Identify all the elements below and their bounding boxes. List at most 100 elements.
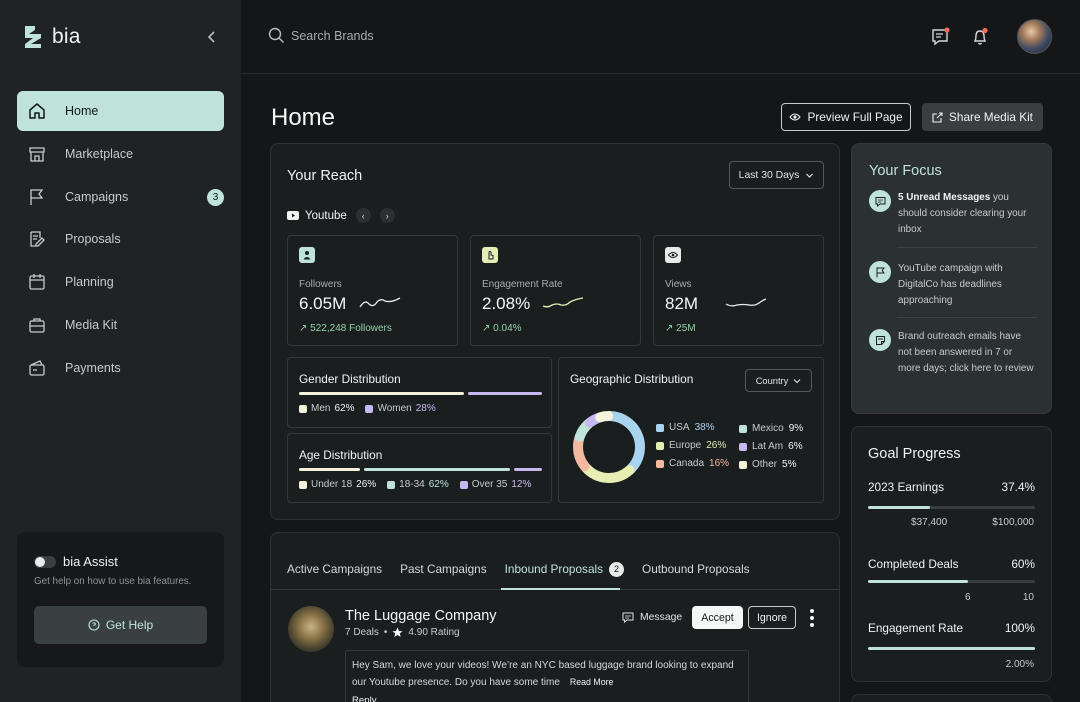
assist-subtitle: Get help on how to use bia features. [34,576,192,587]
legend-item: Under 18 26% [299,479,376,490]
legend-label: Canada [669,458,705,469]
focus-card: Your Focus 5 Unread Messages you should … [851,143,1052,414]
sidebar-item-campaigns[interactable]: Campaigns 3 [17,177,224,217]
person-icon [299,247,315,263]
legend-value: 62% [428,479,449,490]
tab-active-campaigns[interactable]: Active Campaigns [287,561,382,577]
goal-value: 100% [1004,621,1035,635]
gender-title: Gender Distribution [299,372,401,386]
legend-value: 26% [706,440,727,451]
search-icon [268,27,284,43]
sidebar-item-planning[interactable]: Planning [17,262,224,302]
sidebar-item-label: Campaigns [65,189,129,204]
logo[interactable]: bia [22,24,81,50]
geographic-distribution-card: Geographic Distribution Country USA 38% E… [558,357,824,503]
messages-icon[interactable] [930,26,952,48]
tab-badge: 2 [609,561,625,577]
read-more-link[interactable]: Read More [570,677,614,687]
gender-bar-men [299,392,464,395]
logo-text: bia [52,25,81,48]
flag-icon [869,261,891,283]
sidebar-item-proposals[interactable]: Proposals [17,219,224,259]
legend-item: Canada 16% [656,458,729,469]
metric-delta: ↗ 0.04% [482,323,522,334]
age-bar-over35 [513,468,542,471]
tab-inbound-proposals[interactable]: Inbound Proposals 2 [505,561,625,577]
search-input[interactable] [291,28,491,43]
proposal-message: Hey Sam, we love your videos! We’re an N… [345,650,749,702]
eye-icon [665,247,681,263]
focus-item-text: 5 Unread Messages you should consider cl… [898,190,1037,237]
donut-slice-europe[interactable] [580,462,635,483]
followers-sparkline [359,297,401,308]
ignore-button[interactable]: Ignore [748,606,796,629]
legend-swatch [299,480,307,489]
metric-delta-value: 0.04% [493,323,522,334]
collapse-sidebar-icon[interactable] [204,29,220,45]
gender-bar [299,392,542,395]
metric-delta-value: 522,248 Followers [310,323,392,334]
goal-progress-bar [868,580,1035,583]
message-label: Message [640,612,683,623]
bullet-separator: • [383,627,388,638]
goal-progress-card: Goal Progress 2023 Earnings 37.4% $37,40… [851,426,1052,682]
assist-toggle[interactable] [34,555,56,568]
sidebar-item-home[interactable]: Home [17,91,224,131]
focus-item-outreach[interactable]: Brand outreach emails have not been answ… [869,329,1037,376]
star-icon [392,627,403,637]
youtube-icon [287,211,299,220]
focus-item-unread[interactable]: 5 Unread Messages you should consider cl… [869,190,1037,237]
message-button[interactable]: Message [622,612,682,623]
legend-label: Other [752,459,778,470]
legend-item: Europe 26% [656,440,729,451]
assist-title: bia Assist [63,554,118,569]
platform-next-button[interactable]: › [379,208,395,223]
donut-slice-other[interactable] [595,411,614,423]
sidebar-item-marketplace[interactable]: Marketplace [17,134,224,174]
metric-delta: ↗ 25M [665,323,696,334]
goal-target: $100,000 [992,517,1034,528]
proposals-tabs: Active Campaigns Past Campaigns Inbound … [287,561,750,577]
goal-current: 6 [965,592,971,603]
date-range-dropdown[interactable]: Last 30 Days [729,161,824,189]
sidebar: bia Home Marketplace Campaigns 3 Proposa… [0,0,241,702]
geo-title: Geographic Distribution [570,372,694,386]
get-help-button[interactable]: Get Help [34,606,207,644]
tab-past-campaigns[interactable]: Past Campaigns [400,561,487,577]
tab-outbound-proposals[interactable]: Outbound Proposals [642,561,750,577]
get-help-label: Get Help [105,618,154,632]
reach-card: Your Reach Last 30 Days Youtube ‹ › Foll… [270,143,840,520]
legend-label: Men [311,403,331,414]
sidebar-nav: Home Marketplace Campaigns 3 Proposals P… [17,91,224,391]
user-avatar[interactable] [1017,19,1052,54]
metric-delta-value: 25M [676,323,696,334]
legend-label: Under 18 [311,479,353,490]
legend-item: Women 28% [365,403,436,414]
assist-panel: bia Assist Get help on how to use bia fe… [17,532,224,667]
active-tab-indicator [501,588,620,590]
platform-prev-button[interactable]: ‹ [355,208,371,223]
share-media-kit-button[interactable]: Share Media Kit [922,103,1043,131]
metric-value: 6.05M [299,294,347,313]
bia-logo-icon [25,26,41,48]
donut-slice-canada[interactable] [573,433,590,472]
more-options-icon[interactable] [809,608,819,628]
gender-legend: Men 62% Women 28% [299,403,436,414]
country-dropdown[interactable]: Country [745,369,812,392]
goal-row-engagement: Engagement Rate 100% [868,621,1035,635]
preview-full-page-button[interactable]: Preview Full Page [781,103,911,131]
sidebar-item-payments[interactable]: Payments [17,348,224,388]
home-icon [27,101,47,121]
accept-button[interactable]: Accept [692,606,743,629]
reply-link[interactable]: Reply [352,693,742,702]
gender-distribution-card: Gender Distribution Men 62% Women 28% [287,357,552,428]
goal-progress-bar [868,506,1035,509]
brand-name[interactable]: The Luggage Company [345,608,497,624]
sidebar-item-media-kit[interactable]: Media Kit [17,305,224,345]
notifications-bell-icon[interactable] [970,26,992,48]
legend-label: Europe [669,440,702,451]
donut-slice-usa[interactable] [604,411,645,475]
brand-avatar[interactable] [288,606,334,652]
legend-value: 16% [709,458,730,469]
focus-item-deadlines[interactable]: YouTube campaign with DigitalCo has dead… [869,261,1037,308]
